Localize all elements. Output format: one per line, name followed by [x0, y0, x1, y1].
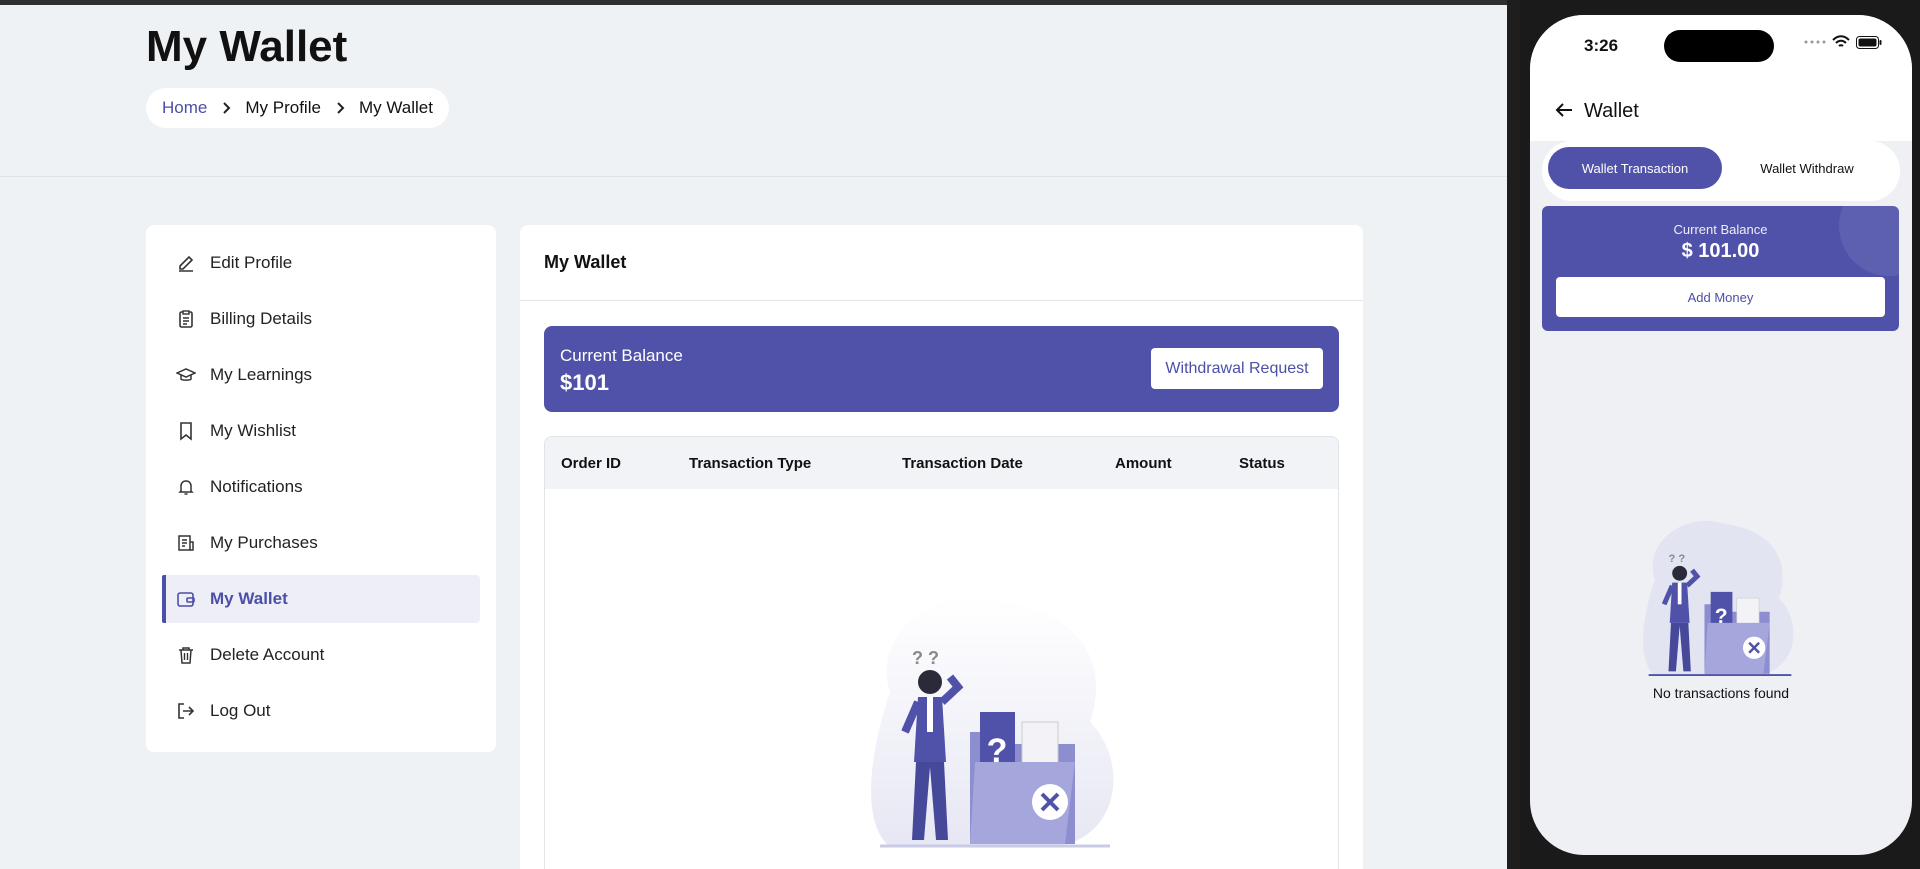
empty-state-message: No transactions found [1652, 685, 1790, 701]
chevron-right-icon [333, 101, 347, 115]
mobile-empty-state-illustration: ? ? ? [1643, 520, 1794, 676]
sidebar-item-label: Notifications [210, 477, 303, 496]
page-title: My Wallet [146, 22, 348, 71]
sidebar-item-delete-account[interactable]: Delete Account [162, 631, 480, 679]
balance-value: $101 [560, 370, 609, 395]
withdrawal-request-button[interactable]: Withdrawal Request [1151, 348, 1323, 389]
sidebar-item-my-purchases[interactable]: My Purchases [162, 519, 480, 567]
sidebar-item-notifications[interactable]: Notifications [162, 463, 480, 511]
sidebar-item-label: My Purchases [210, 533, 318, 552]
svg-text:? ?: ? ? [912, 648, 939, 668]
mobile-screen: 3:26 Wallet Wallet Transaction Wallet Wi… [1530, 15, 1912, 855]
desktop-browser-view: My Wallet Home My Profile My Wallet Edit… [0, 0, 1507, 869]
graduation-cap-icon [176, 368, 196, 381]
balance-label: Current Balance [560, 346, 683, 365]
svg-text:? ?: ? ? [1668, 553, 1685, 565]
sidebar-item-my-learnings[interactable]: My Learnings [162, 351, 480, 399]
trash-icon [179, 647, 193, 664]
wallet-tabs: Wallet Transaction Wallet Withdraw [1542, 141, 1900, 201]
wallet-panel: My Wallet Current Balance $101 Withdrawa… [520, 225, 1363, 869]
app-header: Wallet [1530, 78, 1912, 141]
column-header-order-id: Order ID [561, 455, 622, 472]
logout-icon [178, 703, 195, 719]
bell-icon [178, 480, 194, 495]
sidebar-item-my-wishlist[interactable]: My Wishlist [162, 407, 480, 455]
sidebar-item-edit-profile[interactable]: Edit Profile [162, 239, 480, 287]
bookmark-icon [180, 422, 192, 441]
sidebar-item-label: Billing Details [210, 309, 313, 328]
tab-wallet-transaction[interactable]: Wallet Transaction [1548, 147, 1722, 189]
mobile-phone-frame: 3:26 Wallet Wallet Transaction Wallet Wi… [1520, 0, 1920, 869]
back-arrow-icon[interactable] [1552, 98, 1576, 122]
chevron-right-icon [219, 101, 233, 115]
status-time: 3:26 [1584, 36, 1619, 55]
breadcrumb-home-link[interactable]: Home [162, 98, 207, 118]
battery-icon [1856, 35, 1882, 49]
sidebar-item-my-wallet[interactable]: My Wallet [162, 575, 480, 623]
sidebar-item-label: My Learnings [210, 365, 313, 384]
table-header: Order ID Transaction Type Transaction Da… [545, 437, 1338, 489]
breadcrumb-my-profile-link[interactable]: My Profile [245, 98, 321, 118]
clipboard-icon [179, 310, 193, 328]
profile-sidebar: Edit Profile Billing Details My Learning… [146, 225, 496, 752]
balance-card: Current Balance $101 Withdrawal Request [544, 326, 1339, 412]
signal-icon [1804, 40, 1826, 44]
breadcrumb-current: My Wallet [358, 98, 433, 117]
column-header-status: Status [1239, 455, 1285, 472]
mobile-balance-value: $ 101.00 [1681, 240, 1760, 262]
breadcrumb: Home My Profile My Wallet [146, 88, 449, 128]
sidebar-item-label: Delete Account [210, 645, 325, 664]
wallet-icon [177, 592, 195, 607]
empty-state-illustration: ? ? ? [871, 597, 1114, 848]
app-title: Wallet [1584, 100, 1639, 122]
column-header-amount: Amount [1115, 455, 1172, 472]
status-icons [1804, 35, 1882, 49]
mobile-balance-card: Current Balance $ 101.00 Add Money [1542, 206, 1899, 331]
sidebar-item-log-out[interactable]: Log Out [162, 687, 480, 735]
column-header-transaction-date: Transaction Date [902, 455, 1023, 472]
pencil-icon [179, 255, 194, 272]
tab-wallet-withdraw[interactable]: Wallet Withdraw [1720, 147, 1894, 189]
panel-title: My Wallet [520, 225, 1363, 301]
column-header-transaction-type: Transaction Type [689, 455, 812, 472]
add-money-button[interactable]: Add Money [1556, 277, 1885, 317]
mobile-balance-label: Current Balance [1673, 222, 1768, 237]
header-divider [0, 176, 1507, 177]
dynamic-island [1664, 30, 1774, 62]
sidebar-item-label: Edit Profile [210, 253, 293, 272]
sidebar-item-label: My Wallet [210, 589, 288, 608]
sidebar-item-billing-details[interactable]: Billing Details [162, 295, 480, 343]
receipt-icon [178, 535, 194, 551]
sidebar-item-label: My Wishlist [210, 421, 296, 440]
sidebar-item-label: Log Out [210, 701, 271, 720]
wifi-icon [1832, 35, 1850, 47]
transactions-table: Order ID Transaction Type Transaction Da… [544, 436, 1339, 869]
browser-top-edge [0, 0, 1507, 5]
